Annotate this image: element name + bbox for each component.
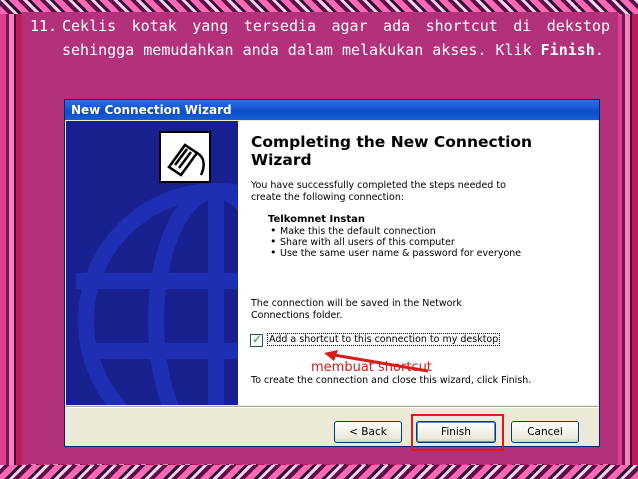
connection-options: Make this the default connection Share w… (268, 225, 521, 259)
button-divider (65, 406, 599, 408)
shortcut-checkbox[interactable]: ✓ (250, 332, 263, 347)
shortcut-checkbox-label[interactable]: Add a shortcut to this connection to my … (267, 333, 501, 346)
title-bar[interactable]: New Connection Wizard (65, 100, 599, 120)
connection-name: Telkomnet Instan (268, 214, 365, 225)
finish-instruction-text: To create the connection and close this … (251, 375, 532, 386)
step-text-bold: Finish (540, 41, 595, 59)
wizard-window: New Connection Wizard Completing the New… (64, 99, 600, 447)
bullet-item: Share with all users of this computer (268, 236, 521, 248)
bullet-item: Use the same user name & password for ev… (268, 247, 521, 259)
step-description: Ceklis kotak yang tersedia agar ada shor… (62, 14, 610, 62)
connection-icon (159, 131, 211, 183)
cancel-button[interactable]: Cancel (511, 421, 579, 443)
wizard-heading: Completing the New Connection Wizard (251, 133, 533, 169)
globe-graphic (76, 183, 238, 405)
intro-text: You have successfully completed the step… (251, 180, 506, 203)
checkmark-icon: ✓ (252, 332, 263, 346)
finish-highlight-box (411, 414, 504, 451)
step-number: 11. (30, 17, 58, 35)
back-button[interactable]: < Back (334, 421, 402, 443)
bullet-item: Make this the default connection (268, 225, 521, 237)
window-title: New Connection Wizard (71, 103, 232, 117)
step-text: Ceklis kotak yang tersedia agar ada shor… (62, 17, 610, 59)
step-text-end: . (594, 41, 604, 59)
wizard-sidebar (66, 121, 238, 405)
decorative-border-bottom (0, 465, 638, 479)
saved-location-text: The connection will be saved in the Netw… (251, 298, 462, 321)
annotation-label: membuat shortcut (311, 360, 432, 375)
